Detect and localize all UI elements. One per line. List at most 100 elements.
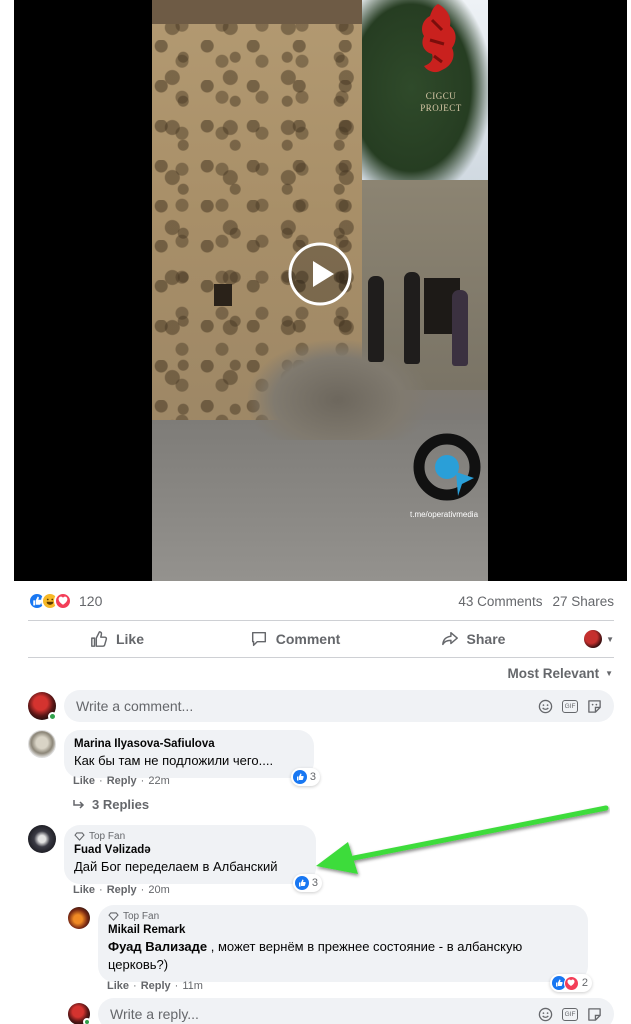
comment-icon [251, 631, 266, 647]
love-reaction-icon [563, 975, 579, 991]
caret-down-icon: ▼ [606, 634, 614, 644]
comment-sort-dropdown[interactable]: Most Relevant ▼ [508, 666, 613, 681]
comment-reaction-count: 2 [581, 977, 588, 989]
emoji-icon[interactable] [538, 1007, 553, 1022]
comment: Marina Ilyasova-Safiulova Как бы там не … [28, 730, 320, 786]
meta-separator: · [140, 884, 145, 896]
comment-author[interactable]: Marina Ilyasova-Safiulova [74, 737, 302, 752]
annotation-arrow-icon [316, 805, 609, 874]
crest-watermark-icon [422, 4, 456, 73]
comment-text: Дай Бог переделаем в Албанский [74, 859, 278, 874]
reply-input-container[interactable]: GIF [98, 998, 614, 1024]
diamond-icon [108, 912, 119, 921]
comment-reaction-count: 3 [309, 771, 316, 783]
share-label: Share [466, 631, 506, 647]
comment-reply-link[interactable]: Reply [107, 884, 137, 896]
top-fan-badge: Top Fan [74, 830, 304, 843]
sticker-icon[interactable] [587, 1007, 602, 1022]
comment-like-link[interactable]: Like [73, 775, 95, 787]
top-fan-badge: Top Fan [108, 910, 576, 923]
divider [28, 620, 614, 621]
comment-like-link[interactable]: Like [107, 980, 129, 992]
comments-count-link[interactable]: 43 Comments [458, 594, 542, 609]
comment-label: Comment [275, 631, 341, 647]
comment-input-container[interactable]: GIF [64, 690, 614, 722]
love-reaction-icon [54, 592, 72, 610]
comment-reply-link[interactable]: Reply [141, 980, 171, 992]
reply-input[interactable] [110, 1006, 538, 1022]
composer-tools: GIF [538, 1007, 602, 1022]
mention-link[interactable]: Фуад Вализаде [108, 939, 207, 954]
divider [28, 657, 614, 658]
avatar[interactable] [68, 1003, 91, 1024]
emoji-icon[interactable] [538, 699, 553, 714]
video-person [368, 276, 384, 362]
comment-reactions[interactable]: 3 [290, 768, 320, 786]
video-person [404, 272, 420, 364]
comment-composer: GIF [28, 690, 614, 722]
thumbs-up-icon [91, 631, 108, 647]
comment-like-link[interactable]: Like [73, 884, 95, 896]
reaction-icons[interactable] [28, 592, 72, 610]
shares-count-link[interactable]: 27 Shares [552, 594, 614, 609]
comment-timestamp[interactable]: 20m [148, 884, 169, 896]
comment-reactions[interactable]: 2 [549, 974, 592, 992]
gif-icon[interactable]: GIF [562, 699, 578, 713]
comment-text: Как бы там не подложили чего.... [74, 753, 274, 768]
avatar[interactable] [28, 692, 57, 721]
replies-label: 3 Replies [92, 797, 150, 812]
stats-right: 43 Comments 27 Shares [458, 594, 614, 609]
video-person [452, 290, 468, 366]
composer-tools: GIF [538, 699, 602, 714]
avatar [584, 630, 603, 648]
comment: Top Fan Fuad Vəlizadə Дай Бог переделаем… [28, 825, 322, 892]
meta-separator: · [133, 980, 137, 992]
meta-separator: · [99, 884, 103, 896]
reply-comment: Top Fan Mikail Remark Фуад Вализаде , мо… [68, 905, 592, 992]
badge-label: Top Fan [123, 911, 160, 922]
post-actions: Like Comment Share ▼ [28, 623, 614, 655]
meta-separator: · [140, 775, 145, 787]
share-button[interactable]: Share [384, 623, 562, 655]
comment-timestamp[interactable]: 11m [182, 980, 203, 992]
diamond-icon [74, 832, 85, 841]
badge-label: Top Fan [89, 831, 126, 842]
reply-arrow-icon [73, 799, 85, 809]
like-button[interactable]: Like [28, 623, 206, 655]
operativmedia-logo-icon [413, 433, 481, 501]
comment-bubble: Top Fan Mikail Remark Фуад Вализаде , мо… [98, 905, 592, 992]
reply-composer: GIF [68, 998, 614, 1024]
comment-input[interactable] [76, 698, 538, 714]
reply-text-line2: церковь?) [108, 957, 169, 972]
comment-timestamp[interactable]: 22m [148, 775, 169, 787]
comment-text: Фуад Вализаде , может вернём в прежнее с… [108, 938, 576, 956]
comment-meta: Like · Reply · 20m [73, 884, 170, 896]
view-replies-link[interactable]: 3 Replies [72, 797, 149, 812]
avatar[interactable] [28, 825, 56, 853]
video-rubble [248, 340, 428, 440]
online-status-icon [83, 1018, 91, 1024]
post-as-selector[interactable]: ▼ [562, 630, 614, 648]
operativmedia-watermark-text: t.me/operativmedia [410, 510, 479, 519]
comment-reply-link[interactable]: Reply [107, 775, 137, 787]
reaction-count[interactable]: 120 [79, 593, 102, 609]
caret-down-icon: ▼ [605, 669, 613, 678]
video-player[interactable]: CIGCU PROJECT t.me/operativmedia [14, 0, 627, 581]
sticker-icon[interactable] [587, 699, 602, 714]
like-label: Like [115, 631, 144, 647]
comment-author[interactable]: Mikail Remark [108, 923, 576, 938]
comment-meta: Like · Reply · 11m [107, 980, 203, 992]
play-button[interactable] [288, 242, 352, 306]
meta-separator: · [174, 980, 179, 992]
share-icon [441, 631, 458, 646]
avatar[interactable] [28, 730, 56, 758]
post-card: CIGCU PROJECT t.me/operativmedia 120 43 … [0, 0, 631, 1024]
like-reaction-icon [292, 770, 307, 784]
online-status-icon [48, 712, 57, 721]
gif-icon[interactable]: GIF [562, 1007, 578, 1021]
comment-bubble: Marina Ilyasova-Safiulova Как бы там не … [64, 730, 320, 786]
comment-button[interactable]: Comment [206, 623, 384, 655]
comment-author[interactable]: Fuad Vəlizadə [74, 843, 304, 858]
avatar[interactable] [68, 907, 90, 929]
sort-label: Most Relevant [507, 666, 600, 681]
